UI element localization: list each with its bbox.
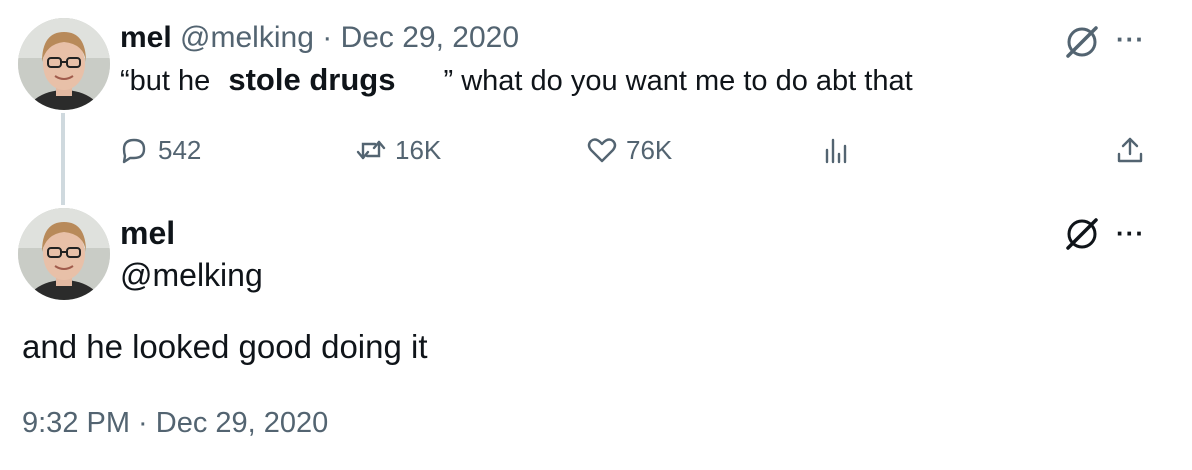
user-handle[interactable]: @melking [180,21,314,54]
repost-button[interactable]: 16K [355,130,441,170]
tweet-text-edited: stole drugs [228,62,396,97]
tweet-text-after: ” what do you want me to do abt that [443,65,913,97]
separator: · [322,21,333,54]
avatar-photo [18,208,110,300]
display-name[interactable]: mel [120,21,172,54]
heart-icon [587,138,617,163]
tweet2-text: and he looked good doing it [22,328,428,365]
tweet1-text: “but he stole drugs ” what do you want m… [120,62,913,99]
avatar[interactable] [18,208,110,300]
thread-connector-line [61,113,65,205]
avatar-photo [18,18,110,110]
user-handle[interactable]: @melking [120,256,263,294]
display-name[interactable]: mel [120,214,175,252]
views-icon [825,138,847,164]
grok-icon[interactable] [1062,22,1102,62]
reply-icon [122,138,146,164]
like-button[interactable]: 76K [586,130,672,170]
tweet-text-before: “but he [120,65,211,97]
like-count: 76K [626,134,673,165]
more-options-icon[interactable]: ··· [1116,218,1145,249]
repost-icon [356,140,386,160]
repost-count: 16K [395,134,442,165]
grok-icon[interactable] [1062,214,1102,254]
tweet1-header: mel @melking · Dec 29, 2020 [120,20,519,56]
tweet-timestamp[interactable]: 9:32 PM · Dec 29, 2020 [22,403,328,443]
reply-count: 542 [158,134,202,165]
avatar[interactable] [18,18,110,110]
more-options-icon[interactable]: ··· [1116,24,1145,55]
views-button[interactable] [820,130,852,170]
share-button[interactable] [1114,130,1146,170]
reply-button[interactable]: 542 [118,130,201,170]
tweet-date[interactable]: Dec 29, 2020 [341,21,519,54]
share-icon [1117,137,1143,163]
